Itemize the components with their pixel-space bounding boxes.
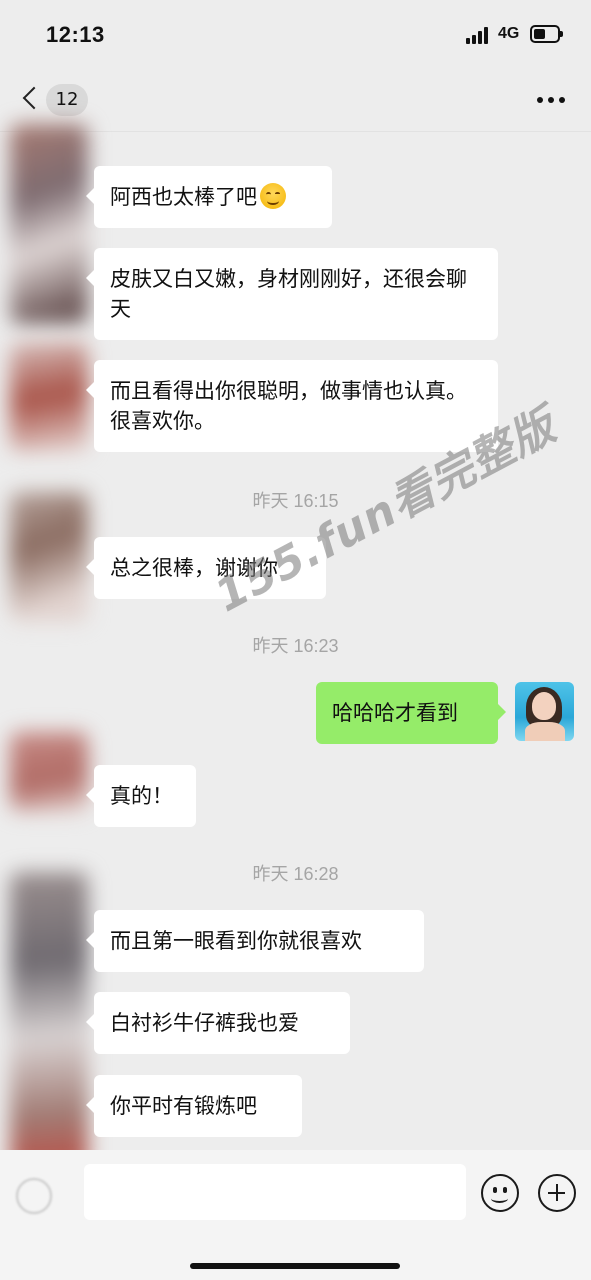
message-bubble[interactable]: 真的！ bbox=[86, 765, 196, 827]
timestamp: 昨天 16:15 bbox=[252, 491, 339, 511]
message-bubble[interactable]: 而且第一眼看到你就很喜欢 bbox=[86, 910, 424, 972]
message-text: 白衬衫牛仔裤我也爱 bbox=[110, 1011, 299, 1035]
message-bubble[interactable]: 白衬衫牛仔裤我也爱 bbox=[86, 992, 350, 1054]
status-bar: 12:13 4G bbox=[0, 0, 591, 70]
message-bubble[interactable]: 阿西也太棒了吧 bbox=[86, 166, 332, 228]
message-text: 阿西也太棒了吧 bbox=[110, 185, 257, 209]
back-arrow-icon[interactable] bbox=[22, 86, 46, 110]
message-text: 而且第一眼看到你就很喜欢 bbox=[110, 929, 362, 953]
message-text: 皮肤又白又嫩，身材刚刚好，还很会聊天 bbox=[110, 267, 467, 321]
my-message-bubble[interactable]: 哈哈哈才看到 bbox=[316, 682, 506, 744]
emoji-button-icon[interactable] bbox=[481, 1174, 519, 1212]
chat-header: 12 bbox=[0, 70, 591, 132]
contact-avatar-blurred[interactable] bbox=[10, 732, 88, 812]
message-bubble[interactable]: 而且看得出你很聪明，做事情也认真。很喜欢你。 bbox=[86, 360, 498, 452]
voice-input-icon[interactable] bbox=[16, 1178, 52, 1214]
message-input[interactable] bbox=[84, 1164, 466, 1220]
smiling-face-emoji-icon bbox=[260, 183, 286, 209]
message-bubble[interactable]: 皮肤又白又嫩，身材刚刚好，还很会聊天 bbox=[86, 248, 498, 340]
contact-avatar-blurred[interactable] bbox=[10, 124, 88, 324]
my-avatar[interactable] bbox=[515, 682, 574, 741]
more-functions-plus-icon[interactable] bbox=[538, 1174, 576, 1212]
signal-strength-icon bbox=[466, 27, 492, 44]
message-list[interactable]: 阿西也太棒了吧 皮肤又白又嫩，身材刚刚好，还很会聊天 而且看得出你很聪明，做事情… bbox=[0, 124, 591, 1172]
contact-avatar-blurred[interactable] bbox=[10, 342, 88, 452]
network-type: 4G bbox=[498, 25, 520, 42]
contact-avatar-blurred[interactable] bbox=[10, 872, 88, 1172]
status-time: 12:13 bbox=[46, 22, 105, 47]
unread-count-badge[interactable]: 12 bbox=[46, 84, 88, 116]
timestamp: 昨天 16:23 bbox=[252, 636, 339, 656]
input-bar bbox=[0, 1150, 591, 1280]
message-text: 哈哈哈才看到 bbox=[332, 701, 458, 725]
more-options-icon[interactable] bbox=[537, 97, 565, 103]
message-bubble[interactable]: 你平时有锻炼吧 bbox=[86, 1075, 302, 1137]
home-indicator bbox=[190, 1263, 400, 1269]
message-text: 而且看得出你很聪明，做事情也认真。很喜欢你。 bbox=[110, 379, 467, 433]
message-text: 你平时有锻炼吧 bbox=[110, 1094, 257, 1118]
battery-icon bbox=[530, 25, 563, 43]
message-text: 真的！ bbox=[110, 784, 173, 808]
timestamp: 昨天 16:28 bbox=[252, 864, 339, 884]
